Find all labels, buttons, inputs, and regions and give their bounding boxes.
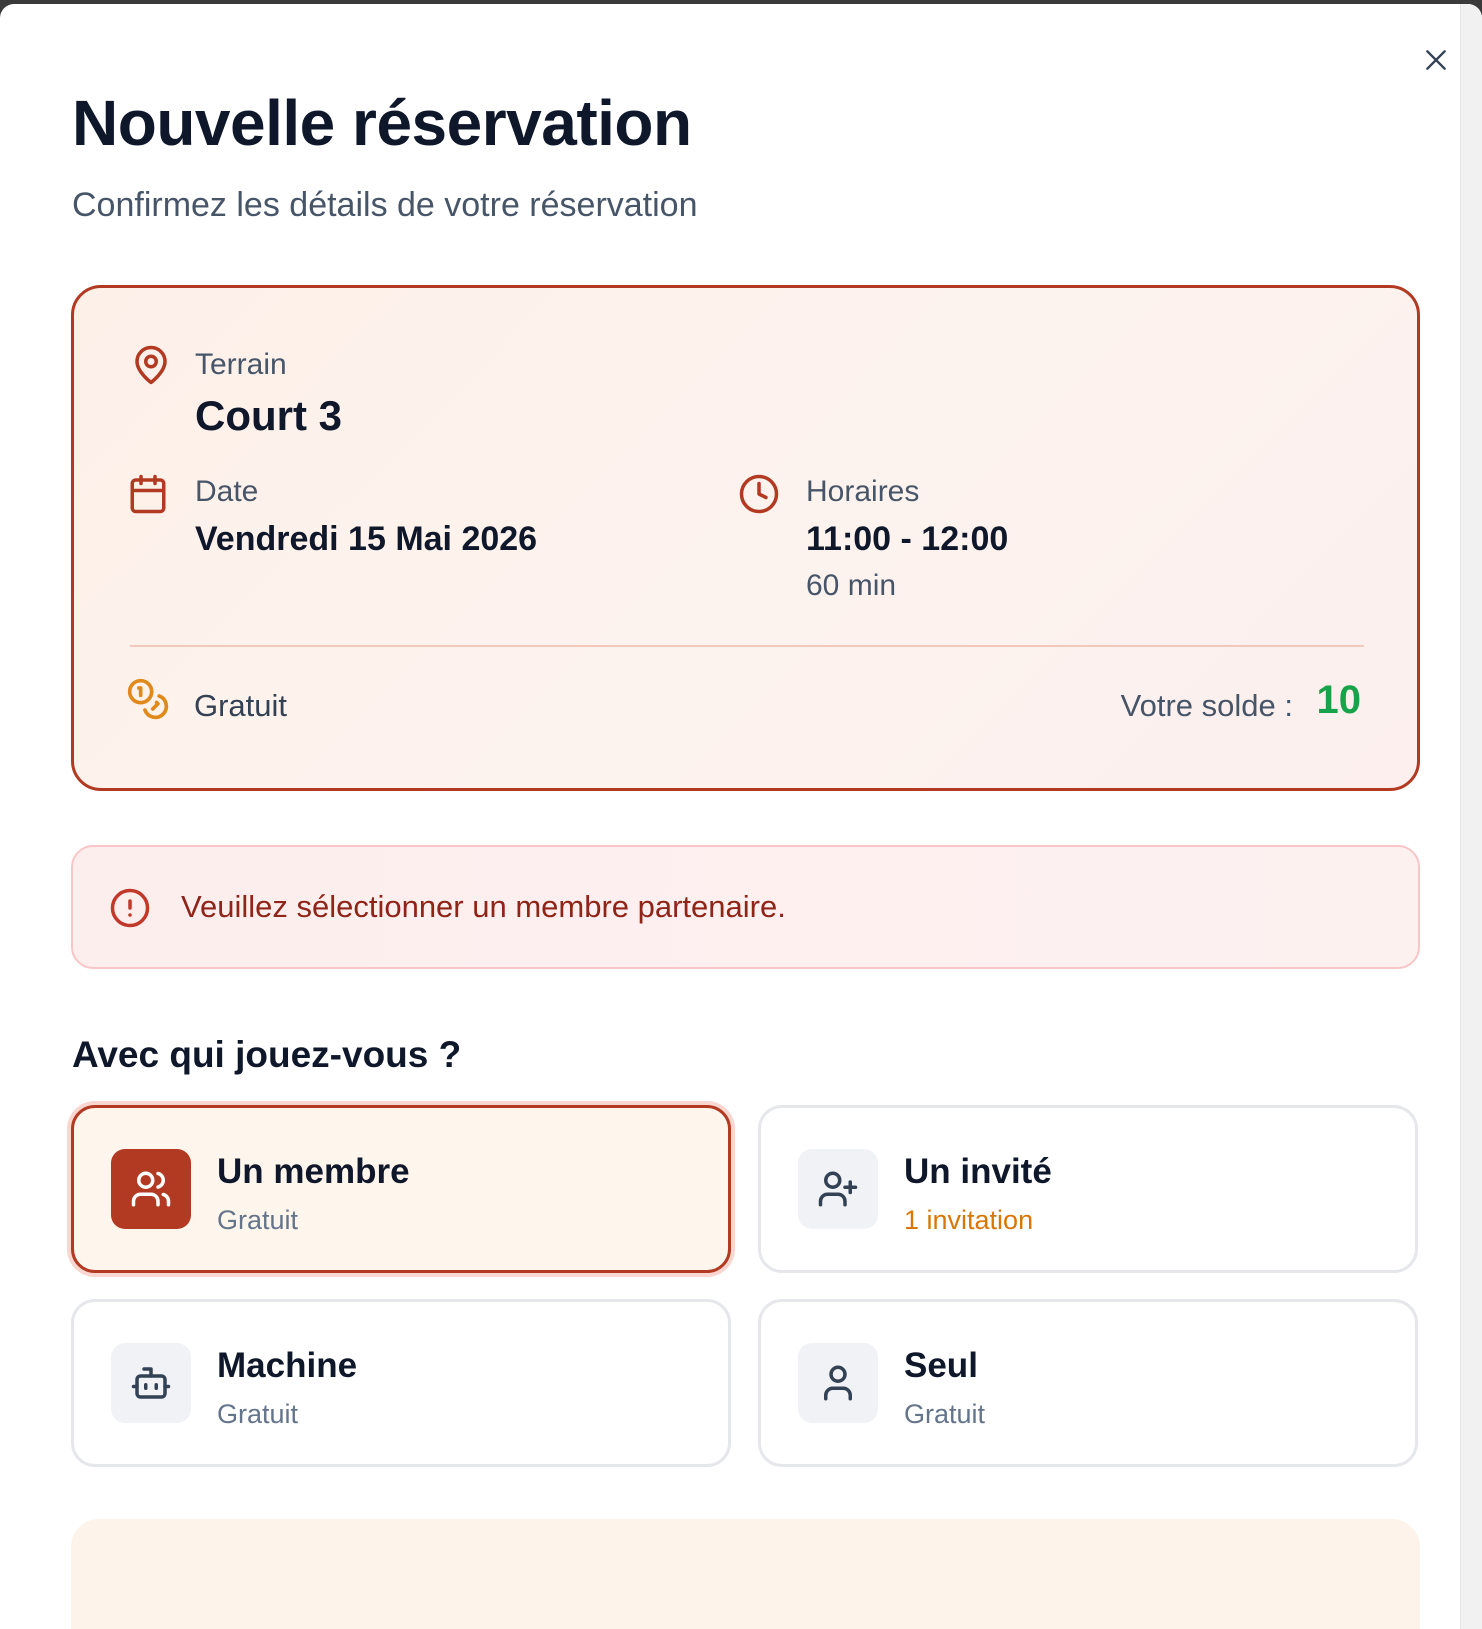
option-subtitle: Gratuit	[217, 1399, 299, 1429]
option-icon-box	[798, 1343, 878, 1423]
time-label: Horaires	[806, 475, 920, 508]
option-title: Machine	[217, 1346, 358, 1385]
page-title: Nouvelle réservation	[72, 87, 692, 159]
option-icon-box	[798, 1149, 878, 1229]
option-icon-box	[111, 1343, 191, 1423]
partner-option-guest[interactable]: Un invité 1 invitation	[758, 1105, 1418, 1273]
close-button[interactable]	[1418, 42, 1454, 78]
time-value: 11:00 - 12:00	[806, 520, 1009, 558]
court-label: Terrain	[195, 348, 287, 381]
bot-icon	[131, 1367, 171, 1399]
alert-message: Veuillez sélectionner un membre partenai…	[181, 889, 786, 924]
price-text: Gratuit	[194, 688, 288, 723]
alert-circle-icon	[110, 888, 150, 928]
page-subtitle: Confirmez les détails de votre réservati…	[72, 186, 698, 224]
duration-value: 60 min	[806, 569, 897, 602]
coins-icon	[127, 678, 169, 720]
close-icon	[1426, 50, 1446, 70]
partner-option-member[interactable]: Un membre Gratuit	[71, 1105, 731, 1273]
user-icon	[824, 1365, 852, 1401]
clock-icon	[739, 474, 779, 514]
option-icon-box	[111, 1149, 191, 1229]
court-value: Court 3	[195, 392, 342, 439]
user-plus-icon	[818, 1171, 858, 1207]
partner-section-title: Avec qui jouez-vous ?	[72, 1034, 462, 1075]
date-label: Date	[195, 475, 259, 508]
summary-divider	[130, 645, 1364, 647]
reservation-modal: Nouvelle réservation Confirmez les détai…	[0, 4, 1482, 1629]
modal-scrollbar[interactable]	[1460, 4, 1482, 1629]
option-subtitle: Gratuit	[904, 1399, 986, 1429]
option-title: Seul	[904, 1346, 978, 1385]
option-subtitle: 1 invitation	[904, 1205, 1034, 1235]
partner-option-solo[interactable]: Seul Gratuit	[758, 1299, 1418, 1467]
option-title: Un invité	[904, 1152, 1052, 1191]
users-icon	[131, 1171, 171, 1207]
balance-value: 10	[1316, 678, 1362, 722]
booking-summary-card: Terrain Court 3 Date Vendredi 15 Mai 202…	[71, 285, 1420, 791]
partner-option-machine[interactable]: Machine Gratuit	[71, 1299, 731, 1467]
partner-required-alert: Veuillez sélectionner un membre partenai…	[71, 845, 1420, 969]
date-value: Vendredi 15 Mai 2026	[195, 520, 538, 558]
balance-label: Votre solde :	[1120, 688, 1293, 723]
partner-search-panel	[71, 1519, 1420, 1629]
calendar-icon	[130, 474, 166, 514]
option-title: Un membre	[217, 1152, 410, 1191]
option-subtitle: Gratuit	[217, 1205, 299, 1235]
map-pin-icon	[135, 345, 167, 385]
